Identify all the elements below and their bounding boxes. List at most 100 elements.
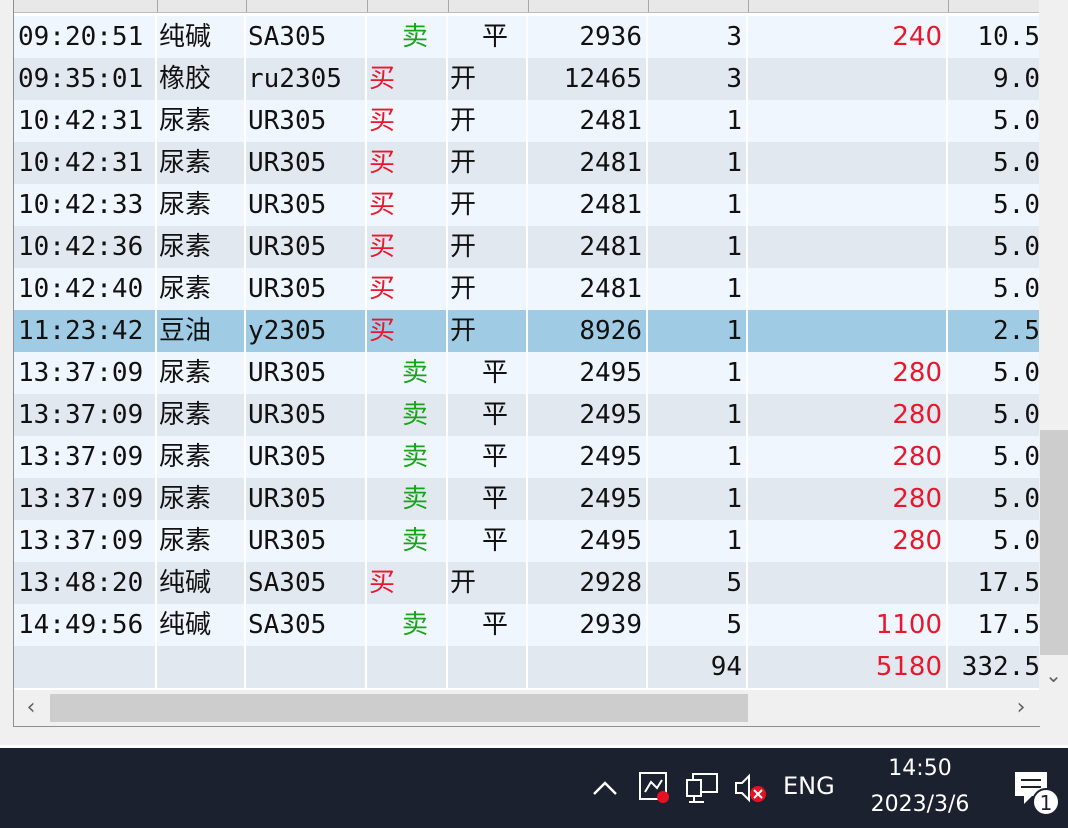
column-header-name[interactable] [157, 0, 247, 12]
table-row[interactable]: 13:37:09 尿素 UR305 卖平 2495 1 280 5.0 [14, 478, 1040, 520]
horizontal-scroll-thumb[interactable] [50, 694, 748, 722]
table-row[interactable]: 13:37:09 尿素 UR305 卖平 2495 1 280 5.0 [14, 436, 1040, 478]
notification-icon[interactable]: 1 [1010, 768, 1066, 820]
totals-row: 94 5180 332.5 [14, 646, 1040, 688]
price-cell: 2928 [528, 562, 648, 604]
name-cell: 尿素 [157, 394, 246, 436]
open-close-cell: 平 [448, 16, 528, 58]
price-cell: 2481 [528, 100, 648, 142]
qty-cell: 1 [648, 100, 748, 142]
open-close-cell: 平 [448, 520, 528, 562]
table-row[interactable]: 13:48:20 纯碱 SA305 买开 2928 5 17.5 [14, 562, 1040, 604]
price-cell: 8926 [528, 310, 648, 352]
open-close-cell: 开 [448, 562, 528, 604]
table-row[interactable]: 10:42:31 尿素 UR305 买开 2481 1 5.0 [14, 142, 1040, 184]
code-cell: UR305 [246, 478, 367, 520]
direction-cell: 买 [367, 268, 448, 310]
code-cell: UR305 [246, 184, 367, 226]
volume-muted-icon[interactable] [730, 770, 770, 806]
direction-cell: 买 [367, 58, 448, 100]
table-row[interactable]: 10:42:33 尿素 UR305 买开 2481 1 5.0 [14, 184, 1040, 226]
chevron-up-icon[interactable] [590, 770, 620, 806]
direction-cell: 买 [367, 562, 448, 604]
price-cell: 12465 [528, 58, 648, 100]
column-header-time[interactable] [14, 0, 158, 12]
app-tray-icon[interactable] [636, 770, 672, 806]
totals-empty [367, 646, 448, 688]
table-row[interactable]: 13:37:09 尿素 UR305 卖平 2495 1 280 5.0 [14, 394, 1040, 436]
totals-empty [157, 646, 246, 688]
pnl-cell [748, 310, 948, 352]
code-cell: ru2305 [246, 58, 367, 100]
vertical-scroll-thumb[interactable] [1040, 430, 1068, 655]
direction-cell: 卖 [367, 394, 448, 436]
pnl-cell: 280 [748, 394, 948, 436]
price-cell: 2481 [528, 184, 648, 226]
name-cell: 尿素 [157, 226, 246, 268]
scroll-down-arrow-icon[interactable]: ⌄ [1039, 660, 1068, 690]
fee-cell: 10.5 [977, 22, 1040, 52]
name-cell: 尿素 [157, 100, 246, 142]
fee-cell: 5.0 [993, 526, 1040, 556]
name-cell: 橡胶 [157, 58, 246, 100]
open-close-cell: 开 [448, 58, 528, 100]
horizontal-scrollbar[interactable]: ‹ › [13, 690, 1040, 727]
fee-cell: 17.5 [977, 610, 1040, 640]
total-qty: 94 [648, 646, 748, 688]
table-row[interactable]: 10:42:36 尿素 UR305 买开 2481 1 5.0 [14, 226, 1040, 268]
clock-time[interactable]: 14:50 [870, 756, 970, 781]
fee-cell: 5.0 [993, 274, 1040, 304]
trade-table-window: 09:20:51 纯碱 SA305 卖平 2936 3 240 10.5 09:35:01 橡胶 r… [0, 0, 1068, 745]
qty-cell: 3 [648, 58, 748, 100]
time-cell: 10:42:31 [14, 100, 157, 142]
time-cell: 14:49:56 [14, 604, 157, 646]
table-row[interactable]: 13:37:09 尿素 UR305 卖平 2495 1 280 5.0 [14, 520, 1040, 562]
column-header-pnl[interactable] [748, 0, 949, 12]
vertical-scrollbar[interactable]: ⌄ [1039, 0, 1068, 690]
time-cell: 13:37:09 [14, 520, 157, 562]
fee-cell: 9.0 [993, 64, 1040, 94]
pnl-cell [748, 100, 948, 142]
time-cell: 10:42:33 [14, 184, 157, 226]
open-close-cell: 开 [448, 184, 528, 226]
scroll-left-arrow-icon[interactable]: ‹ [14, 690, 48, 726]
direction-cell: 卖 [367, 16, 448, 58]
price-cell: 2495 [528, 394, 648, 436]
table-header [14, 0, 1040, 13]
column-header-direction[interactable] [367, 0, 449, 12]
price-cell: 2936 [528, 16, 648, 58]
table-row[interactable]: 10:42:31 尿素 UR305 买开 2481 1 5.0 [14, 100, 1040, 142]
scroll-right-arrow-icon[interactable]: › [1004, 690, 1038, 726]
totals-empty [448, 646, 528, 688]
open-close-cell: 开 [448, 226, 528, 268]
name-cell: 尿素 [157, 436, 246, 478]
code-cell: SA305 [246, 604, 367, 646]
column-header-qty[interactable] [648, 0, 749, 12]
code-cell: UR305 [246, 226, 367, 268]
code-cell: UR305 [246, 100, 367, 142]
pnl-cell [748, 268, 948, 310]
column-header-price[interactable] [528, 0, 649, 12]
price-cell: 2495 [528, 520, 648, 562]
table-row[interactable]: 11:23:42 豆油 y2305 买开 8926 1 2.5 [14, 310, 1040, 352]
network-icon[interactable] [684, 770, 720, 806]
column-header-open-close[interactable] [448, 0, 529, 12]
table-row[interactable]: 13:37:09 尿素 UR305 卖平 2495 1 280 5.0 [14, 352, 1040, 394]
column-header-code[interactable] [246, 0, 368, 12]
total-pnl: 5180 [748, 646, 948, 688]
table-row[interactable]: 14:49:56 纯碱 SA305 卖平 2939 5 1100 17.5 [14, 604, 1040, 646]
qty-cell: 1 [648, 142, 748, 184]
column-header-fee[interactable] [948, 0, 1040, 12]
code-cell: UR305 [246, 436, 367, 478]
name-cell: 纯碱 [157, 604, 246, 646]
qty-cell: 1 [648, 268, 748, 310]
table-row[interactable]: 10:42:40 尿素 UR305 买开 2481 1 5.0 [14, 268, 1040, 310]
table-row[interactable]: 09:35:01 橡胶 ru2305 买开 12465 3 9.0 [14, 58, 1040, 100]
qty-cell: 1 [648, 520, 748, 562]
qty-cell: 3 [648, 16, 748, 58]
input-language-indicator[interactable]: ENG [783, 772, 835, 800]
pnl-cell: 280 [748, 478, 948, 520]
table-row[interactable]: 09:20:51 纯碱 SA305 卖平 2936 3 240 10.5 [14, 16, 1040, 58]
totals-empty [14, 646, 157, 688]
clock-date[interactable]: 2023/3/6 [855, 792, 985, 817]
